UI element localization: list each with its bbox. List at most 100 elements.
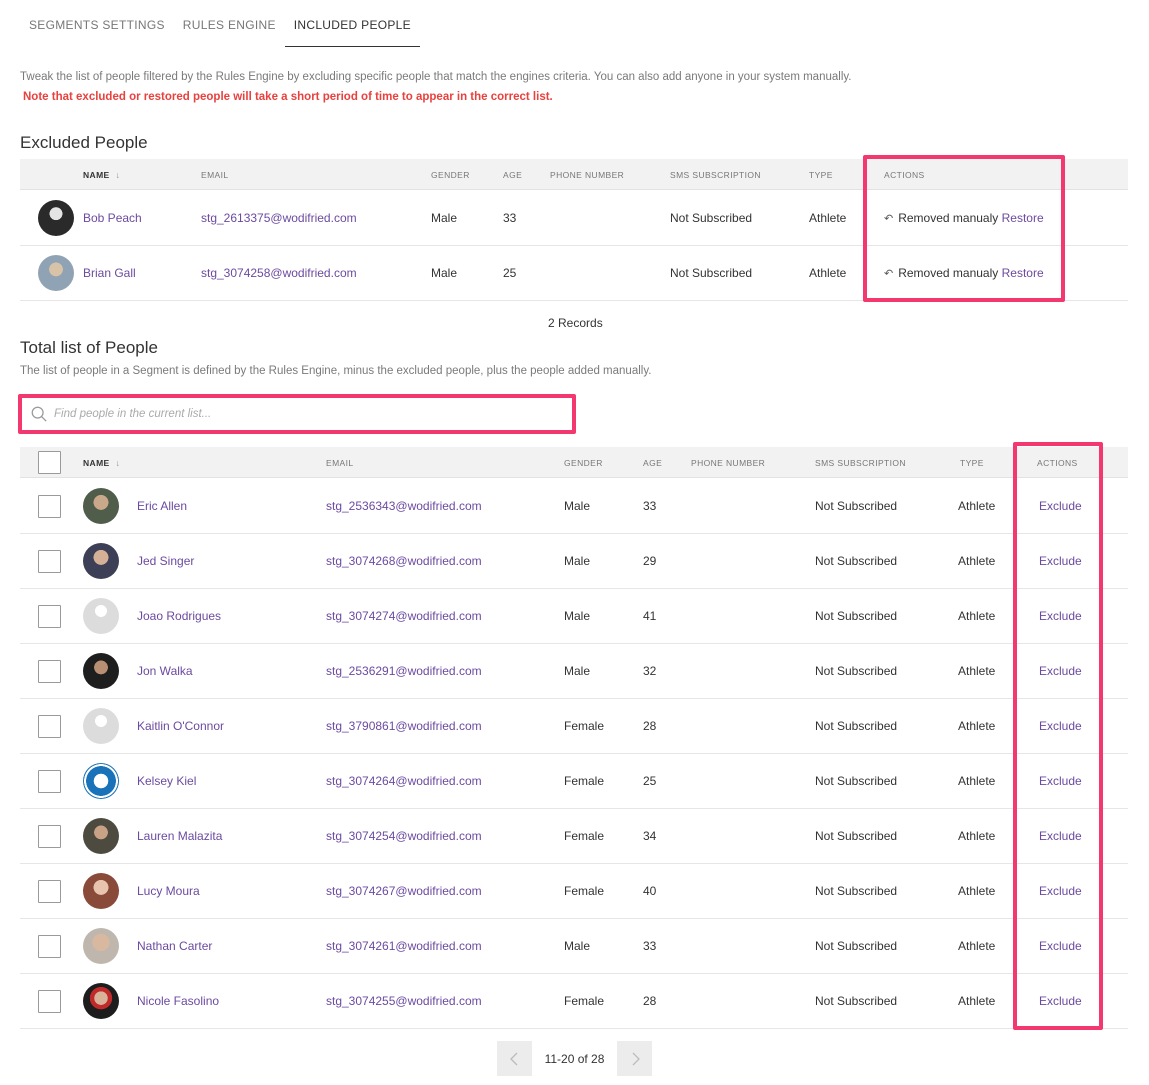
gender-value: Male	[564, 939, 591, 953]
select-all-checkbox[interactable]	[38, 451, 61, 474]
sort-down-icon: ↓	[115, 170, 121, 180]
row-checkbox[interactable]	[38, 825, 61, 848]
person-name-link[interactable]: Lauren Malazita	[137, 829, 222, 843]
email-link[interactable]: stg_3790861@wodifried.com	[326, 719, 482, 733]
exclude-button[interactable]: Exclude	[1039, 609, 1082, 623]
search-input[interactable]	[54, 402, 554, 426]
person-name-link[interactable]: Bob Peach	[83, 211, 142, 225]
email-link[interactable]: stg_2536343@wodifried.com	[326, 499, 482, 513]
tab-segments-settings[interactable]: SEGMENTS SETTINGS	[20, 0, 174, 47]
restore-button[interactable]: Restore	[1002, 266, 1044, 280]
avatar	[83, 873, 119, 909]
person-name-link[interactable]: Nathan Carter	[137, 939, 212, 953]
email-link[interactable]: stg_3074255@wodifried.com	[326, 994, 482, 1008]
avatar	[83, 653, 119, 689]
table-row: Bob Peach stg_2613375@wodifried.com Male…	[20, 191, 1128, 246]
gender-value: Male	[431, 211, 458, 225]
column-actions-header: ACTIONS	[1037, 458, 1078, 468]
row-checkbox[interactable]	[38, 935, 61, 958]
gender-value: Male	[564, 609, 591, 623]
column-type-header: TYPE	[809, 170, 833, 180]
age-value: 28	[643, 719, 657, 733]
exclude-button[interactable]: Exclude	[1039, 774, 1082, 788]
sms-value: Not Subscribed	[670, 266, 753, 280]
person-name-link[interactable]: Brian Gall	[83, 266, 136, 280]
person-name-link[interactable]: Lucy Moura	[137, 884, 200, 898]
type-value: Athlete	[958, 499, 996, 513]
sms-value: Not Subscribed	[815, 719, 898, 733]
person-name-link[interactable]: Eric Allen	[137, 499, 187, 513]
person-name-link[interactable]: Kaitlin O'Connor	[137, 719, 224, 733]
email-link[interactable]: stg_3074268@wodifried.com	[326, 554, 482, 568]
sms-value: Not Subscribed	[815, 774, 898, 788]
type-value: Athlete	[958, 719, 996, 733]
row-checkbox[interactable]	[38, 605, 61, 628]
exclude-button[interactable]: Exclude	[1039, 664, 1082, 678]
exclude-button[interactable]: Exclude	[1039, 884, 1082, 898]
total-people-title: Total list of People	[20, 338, 158, 357]
column-name-header[interactable]: NAME ↓	[83, 170, 120, 180]
column-name-header[interactable]: NAME ↓	[83, 458, 120, 468]
email-link[interactable]: stg_3074258@wodifried.com	[201, 266, 357, 280]
previous-page-button[interactable]	[497, 1041, 532, 1076]
person-name-link[interactable]: Jed Singer	[137, 554, 194, 568]
tab-bar: SEGMENTS SETTINGS RULES ENGINE INCLUDED …	[20, 0, 420, 47]
page-description: Tweak the list of people filtered by the…	[20, 71, 852, 83]
row-checkbox[interactable]	[38, 880, 61, 903]
exclude-button[interactable]: Exclude	[1039, 554, 1082, 568]
age-value: 32	[643, 664, 657, 678]
type-value: Athlete	[809, 211, 847, 225]
email-link[interactable]: stg_3074274@wodifried.com	[326, 609, 482, 623]
exclude-button[interactable]: Exclude	[1039, 829, 1082, 843]
email-link[interactable]: stg_3074267@wodifried.com	[326, 884, 482, 898]
next-page-button[interactable]	[617, 1041, 652, 1076]
age-value: 33	[643, 499, 657, 513]
email-link[interactable]: stg_3074254@wodifried.com	[326, 829, 482, 843]
exclude-button[interactable]: Exclude	[1039, 499, 1082, 513]
sms-value: Not Subscribed	[815, 499, 898, 513]
warning-note: Note that excluded or restored people wi…	[23, 91, 553, 103]
row-checkbox[interactable]	[38, 550, 61, 573]
table-row: Kelsey Kiel stg_3074264@wodifried.com Fema…	[20, 754, 1128, 809]
person-name-link[interactable]: Jon Walka	[137, 664, 193, 678]
gender-value: Male	[564, 554, 591, 568]
avatar	[38, 200, 74, 236]
avatar	[38, 255, 74, 291]
table-row: Joao Rodrigues stg_3074274@wodifried.com M…	[20, 589, 1128, 644]
email-link[interactable]: stg_3074264@wodifried.com	[326, 774, 482, 788]
row-checkbox[interactable]	[38, 715, 61, 738]
avatar	[83, 928, 119, 964]
email-link[interactable]: stg_2536291@wodifried.com	[326, 664, 482, 678]
exclude-button[interactable]: Exclude	[1039, 939, 1082, 953]
type-value: Athlete	[958, 884, 996, 898]
row-checkbox[interactable]	[38, 495, 61, 518]
tab-rules-engine[interactable]: RULES ENGINE	[174, 0, 285, 47]
column-email-header: EMAIL	[326, 458, 354, 468]
avatar	[83, 818, 119, 854]
email-link[interactable]: stg_3074261@wodifried.com	[326, 939, 482, 953]
row-checkbox[interactable]	[38, 660, 61, 683]
row-checkbox[interactable]	[38, 990, 61, 1013]
people-table-header: NAME ↓ EMAIL GENDER AGE PHONE NUMBER SMS …	[20, 447, 1128, 478]
type-value: Athlete	[958, 774, 996, 788]
status-text: Removed manualy	[898, 266, 999, 280]
row-checkbox[interactable]	[38, 770, 61, 793]
page-range: 11-20 of 28	[544, 1051, 605, 1066]
search-box[interactable]	[26, 400, 570, 428]
tab-included-people[interactable]: INCLUDED PEOPLE	[284, 0, 420, 47]
person-name-link[interactable]: Joao Rodrigues	[137, 609, 221, 623]
sms-value: Not Subscribed	[815, 884, 898, 898]
exclude-button[interactable]: Exclude	[1039, 994, 1082, 1008]
person-name-link[interactable]: Kelsey Kiel	[137, 774, 196, 788]
sms-value: Not Subscribed	[815, 829, 898, 843]
person-name-link[interactable]: Nicole Fasolino	[137, 994, 219, 1008]
sms-value: Not Subscribed	[815, 609, 898, 623]
chevron-right-icon	[632, 1052, 640, 1065]
column-gender-header: GENDER	[431, 170, 470, 180]
table-row: Nicole Fasolino stg_3074255@wodifried.com…	[20, 974, 1128, 1029]
column-type-header: TYPE	[960, 458, 984, 468]
excluded-table-header: NAME ↓ EMAIL GENDER AGE PHONE NUMBER SMS …	[20, 159, 1128, 190]
restore-button[interactable]: Restore	[1002, 211, 1044, 225]
email-link[interactable]: stg_2613375@wodifried.com	[201, 211, 357, 225]
exclude-button[interactable]: Exclude	[1039, 719, 1082, 733]
